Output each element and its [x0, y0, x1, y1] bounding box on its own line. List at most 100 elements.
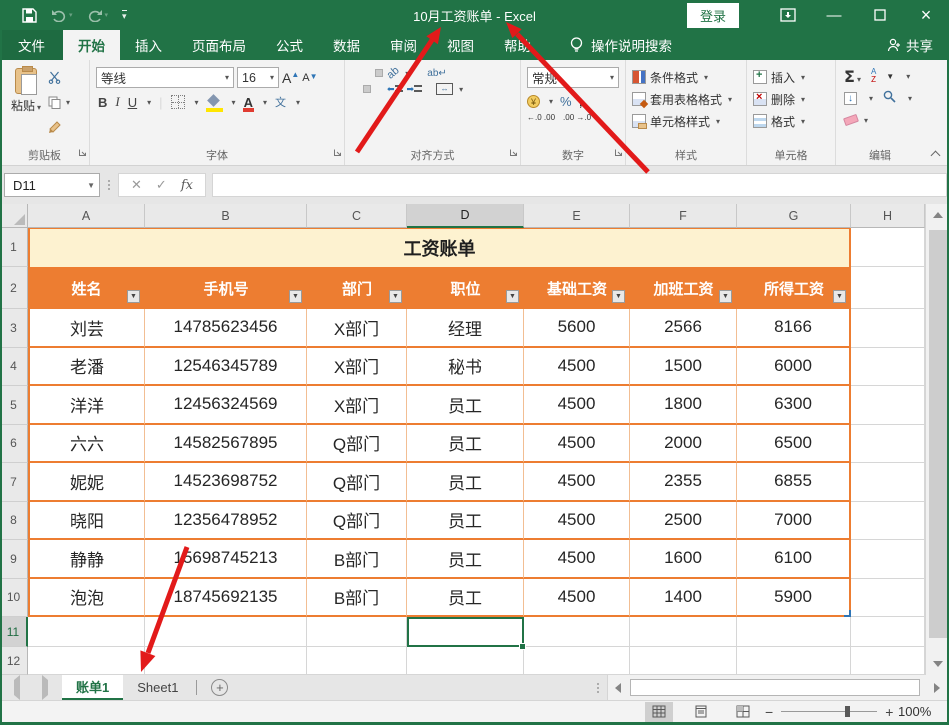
horizontal-scrollbar-thumb[interactable] — [630, 679, 920, 696]
column-header-E[interactable]: E — [524, 204, 630, 228]
redo-button[interactable]: ▾ — [87, 9, 109, 22]
zoom-level[interactable]: 100% — [898, 704, 931, 719]
column-filter-header[interactable]: 基础工资▼ — [524, 267, 630, 309]
close-button[interactable]: × — [903, 0, 949, 30]
shrink-font-button[interactable]: A▼ — [302, 72, 317, 84]
autosum-button[interactable]: Σ▾ — [844, 67, 861, 86]
cell[interactable]: 14582567895 — [145, 425, 307, 464]
name-box[interactable]: D11▼ — [4, 173, 100, 197]
decrease-decimal-button[interactable]: .00 →.0 — [563, 114, 591, 123]
cell[interactable]: Q部门 — [307, 425, 407, 464]
grow-font-button[interactable]: A▲ — [282, 70, 299, 86]
row-header-2[interactable]: 2 — [0, 267, 28, 309]
wrap-text-button[interactable]: ab↵ — [427, 68, 447, 79]
new-sheet-button[interactable]: + — [211, 679, 228, 696]
row-header-10[interactable]: 10 — [0, 579, 28, 618]
scroll-left-button[interactable] — [608, 675, 628, 700]
column-filter-header[interactable]: 加班工资▼ — [630, 267, 737, 309]
filter-button[interactable]: ▼ — [719, 290, 732, 303]
fill-button[interactable]: ↓ — [844, 92, 857, 105]
cell[interactable]: 1400 — [630, 579, 737, 618]
cell[interactable]: 15698745213 — [145, 540, 307, 579]
cell[interactable] — [524, 617, 630, 647]
cell[interactable]: B部门 — [307, 540, 407, 579]
cell[interactable]: 秘书 — [407, 348, 524, 387]
font-name-select[interactable]: 等线▾ — [96, 67, 234, 88]
cell[interactable]: 2500 — [630, 502, 737, 541]
cell[interactable] — [524, 647, 630, 675]
row-header-5[interactable]: 5 — [0, 386, 28, 425]
increase-decimal-button[interactable]: ←.0 .00 — [527, 114, 555, 123]
tab-data[interactable]: 数据 — [318, 30, 375, 60]
page-layout-view-button[interactable] — [687, 702, 715, 722]
row-header-12[interactable]: 12 — [0, 647, 28, 675]
align-bottom-button[interactable] — [375, 69, 383, 77]
row-header-4[interactable]: 4 — [0, 348, 28, 387]
sort-filter-button[interactable]: AZ — [871, 68, 876, 84]
cell[interactable]: 泡泡 — [28, 579, 145, 618]
column-header-H[interactable]: H — [851, 204, 925, 228]
cell[interactable]: 12356478952 — [145, 502, 307, 541]
conditional-formatting-button[interactable]: 条件格式▾ — [632, 66, 740, 88]
scroll-right-button[interactable] — [927, 675, 947, 700]
fill-handle[interactable] — [519, 643, 526, 650]
cell[interactable]: 4500 — [524, 463, 630, 502]
cell[interactable]: 4500 — [524, 540, 630, 579]
select-all-button[interactable] — [0, 204, 28, 228]
cell[interactable]: 7000 — [737, 502, 851, 541]
collapse-ribbon-button[interactable] — [931, 151, 941, 161]
underline-button[interactable]: U — [128, 95, 137, 110]
column-header-G[interactable]: G — [737, 204, 851, 228]
delete-cells-button[interactable]: 删除▾ — [753, 88, 829, 110]
insert-cells-button[interactable]: 插入▾ — [753, 66, 829, 88]
cell-title[interactable]: 工资账单 — [28, 228, 851, 267]
cell[interactable]: 5600 — [524, 309, 630, 348]
number-dialog-launcher[interactable] — [614, 144, 623, 162]
column-filter-header[interactable]: 手机号▼ — [145, 267, 307, 309]
vertical-scrollbar-thumb[interactable] — [929, 230, 947, 638]
cell[interactable]: B部门 — [307, 579, 407, 618]
page-break-view-button[interactable] — [729, 702, 757, 722]
cell[interactable]: Q部门 — [307, 502, 407, 541]
row-header-6[interactable]: 6 — [0, 425, 28, 464]
paste-button[interactable]: 粘贴▾ — [4, 64, 48, 147]
tab-insert[interactable]: 插入 — [120, 30, 177, 60]
column-filter-header[interactable]: 姓名▼ — [28, 267, 145, 309]
borders-button[interactable] — [171, 95, 185, 109]
number-format-select[interactable]: 常规▾ — [527, 67, 619, 88]
cell[interactable]: X部门 — [307, 348, 407, 387]
column-filter-header[interactable]: 部门▼ — [307, 267, 407, 309]
cell[interactable] — [145, 617, 307, 647]
horizontal-scrollbar[interactable] — [607, 675, 947, 700]
cell[interactable] — [737, 617, 851, 647]
cell[interactable]: 12456324569 — [145, 386, 307, 425]
format-as-table-button[interactable]: 套用表格格式▾ — [632, 88, 740, 110]
cell[interactable]: 1800 — [630, 386, 737, 425]
align-middle-button[interactable] — [363, 69, 371, 77]
tab-page-layout[interactable]: 页面布局 — [177, 30, 261, 60]
phonetic-button[interactable]: 文 — [275, 94, 286, 110]
cell[interactable] — [851, 617, 925, 647]
cell[interactable]: 4500 — [524, 348, 630, 387]
scrollbar-resize-dots[interactable] — [597, 675, 607, 700]
filter-button[interactable]: ▼ — [506, 290, 519, 303]
cell[interactable]: 员工 — [407, 463, 524, 502]
percent-style-button[interactable]: % — [560, 94, 572, 109]
row-header-9[interactable]: 9 — [0, 540, 28, 579]
cell[interactable]: 6855 — [737, 463, 851, 502]
vertical-scrollbar[interactable] — [925, 204, 949, 675]
cell[interactable] — [851, 647, 925, 675]
accounting-format-button[interactable]: ¥ — [527, 95, 540, 108]
cell[interactable]: X部门 — [307, 309, 407, 348]
cell[interactable]: 2566 — [630, 309, 737, 348]
filter-button[interactable]: ▼ — [612, 290, 625, 303]
maximize-button[interactable] — [857, 0, 903, 30]
cell[interactable]: 8166 — [737, 309, 851, 348]
cell[interactable] — [28, 617, 145, 647]
undo-button[interactable]: ▾ — [51, 9, 73, 22]
cell[interactable]: 18745692135 — [145, 579, 307, 618]
cell[interactable]: 14523698752 — [145, 463, 307, 502]
alignment-dialog-launcher[interactable] — [509, 144, 518, 162]
cell[interactable] — [145, 647, 307, 675]
cell[interactable]: 5900 — [737, 579, 851, 618]
